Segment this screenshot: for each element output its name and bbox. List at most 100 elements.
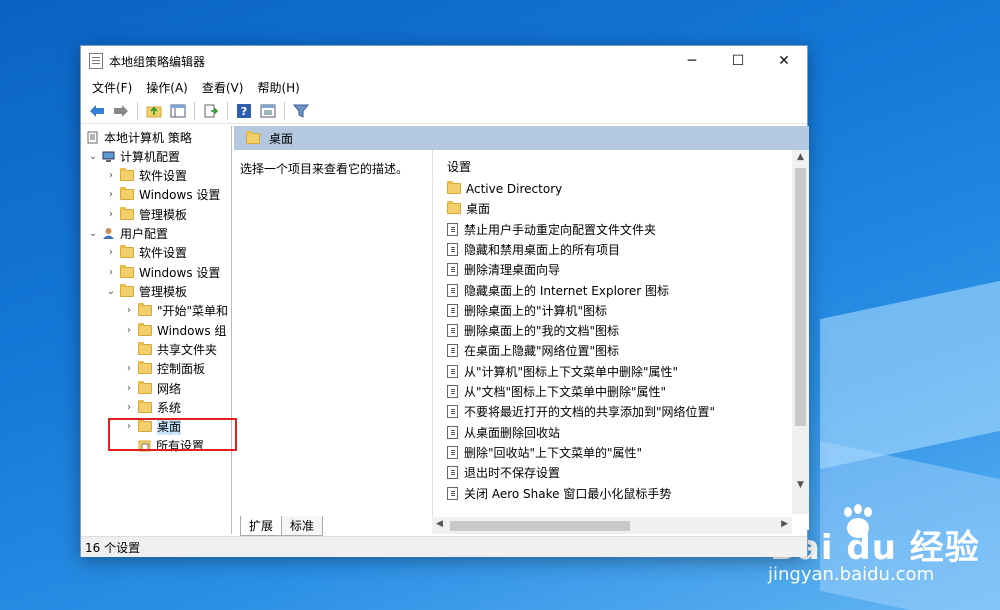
scroll-left-icon[interactable]: ◀ xyxy=(436,519,443,529)
tree-label: 计算机配置 xyxy=(120,150,181,164)
settings-row-label: 禁止用户手动重定向配置文件文件夹 xyxy=(464,222,657,237)
details-pane: 桌面 选择一个项目来查看它的描述。 设置 Active Directory 桌面禁… xyxy=(234,126,809,534)
settings-policy-row[interactable]: 禁止用户手动重定向配置文件文件夹 xyxy=(445,220,656,239)
folder-icon xyxy=(138,303,152,316)
tab-standard[interactable]: 标准 xyxy=(281,516,324,536)
chevron-right-icon[interactable]: › xyxy=(105,247,117,258)
status-text: 16 个设置 xyxy=(85,540,141,555)
settings-policy-row[interactable]: 删除桌面上的"我的文档"图标 xyxy=(445,321,619,340)
app-icon xyxy=(89,53,103,69)
tree-item-user-config[interactable]: ⌄ 用户配置 xyxy=(87,224,168,243)
tree-label: 控制面板 xyxy=(157,362,206,376)
chevron-right-icon[interactable]: › xyxy=(123,305,135,316)
settings-policy-row[interactable]: 从桌面删除回收站 xyxy=(445,423,560,442)
folder-icon xyxy=(120,245,134,258)
settings-policy-row[interactable]: 从"文档"图标上下文菜单中删除"属性" xyxy=(445,382,666,401)
tree-pane: 本地计算机 策略 ⌄ 计算机配置 › 软件设置 › Windows 设置 › 管… xyxy=(81,126,232,534)
show-hide-tree-icon[interactable] xyxy=(168,101,188,121)
menu-view[interactable]: 查看(V) xyxy=(195,79,251,96)
settings-policy-row[interactable]: 在桌面上隐藏"网络位置"图标 xyxy=(445,341,619,360)
forward-arrow-icon[interactable] xyxy=(111,101,131,121)
settings-policy-row[interactable]: 删除清理桌面向导 xyxy=(445,260,560,279)
policy-setting-icon xyxy=(447,263,458,277)
scroll-down-icon[interactable]: ▼ xyxy=(792,480,809,490)
settings-row-label: 桌面 xyxy=(466,202,491,217)
folder-icon xyxy=(138,361,152,374)
settings-row-label: 关闭 Aero Shake 窗口最小化鼠标手势 xyxy=(464,486,672,501)
tree-item-root[interactable]: 本地计算机 策略 xyxy=(83,128,192,147)
maximize-button[interactable]: ☐ xyxy=(715,46,761,76)
settings-policy-row[interactable]: 隐藏桌面上的 Internet Explorer 图标 xyxy=(445,281,669,300)
tree-item-user-windows[interactable]: › Windows 设置 xyxy=(105,263,220,282)
properties-icon[interactable] xyxy=(258,101,278,121)
export-list-icon[interactable] xyxy=(201,101,221,121)
tree-item-network[interactable]: › 网络 xyxy=(123,379,181,398)
chevron-right-icon[interactable]: › xyxy=(105,267,117,278)
scroll-right-icon[interactable]: ▶ xyxy=(781,519,788,529)
toolbar: ? xyxy=(81,98,807,124)
chevron-right-icon[interactable]: › xyxy=(105,189,117,200)
settings-policy-row[interactable]: 删除桌面上的"计算机"图标 xyxy=(445,301,607,320)
folder-icon xyxy=(120,284,134,297)
folder-icon xyxy=(120,187,134,200)
folder-icon xyxy=(138,342,152,355)
settings-vertical-scrollbar[interactable]: ▲ ▼ xyxy=(792,150,809,514)
close-button[interactable]: ✕ xyxy=(761,46,807,76)
minimize-button[interactable]: ─ xyxy=(669,46,715,76)
scroll-up-icon[interactable]: ▲ xyxy=(792,152,809,162)
chevron-right-icon[interactable]: › xyxy=(123,383,135,394)
filter-icon[interactable] xyxy=(291,101,311,121)
settings-policy-row[interactable]: 退出时不保存设置 xyxy=(445,463,560,482)
chevron-down-icon[interactable]: ⌄ xyxy=(87,228,99,239)
chevron-down-icon[interactable]: ⌄ xyxy=(87,151,99,162)
tree-item-start-menu[interactable]: › "开始"菜单和 xyxy=(123,301,228,320)
settings-policy-row[interactable]: 从"计算机"图标上下文菜单中删除"属性" xyxy=(445,362,678,381)
tree-item-shared-folders[interactable]: 共享文件夹 xyxy=(123,340,217,359)
policy-setting-icon xyxy=(447,242,458,256)
tree-label: 本地计算机 策略 xyxy=(104,131,192,145)
settings-folder-row[interactable]: Active Directory xyxy=(445,179,562,198)
chevron-down-icon[interactable]: ⌄ xyxy=(105,286,117,297)
menu-file[interactable]: 文件(F) xyxy=(85,79,139,96)
tab-extended[interactable]: 扩展 xyxy=(240,516,283,536)
policy-setting-icon xyxy=(447,303,458,317)
menu-action[interactable]: 操作(A) xyxy=(139,79,195,96)
tree-item-control-panel[interactable]: › 控制面板 xyxy=(123,359,205,378)
toolbar-separator xyxy=(284,101,285,120)
tree-item-windows-components[interactable]: › Windows 组 xyxy=(123,321,226,340)
settings-policy-row[interactable]: 不要将最近打开的文档的共享添加到"网络位置" xyxy=(445,402,715,421)
group-policy-editor-window: 本地组策略编辑器 ─ ☐ ✕ 文件(F) 操作(A) 查看(V) 帮助(H) ?… xyxy=(80,45,809,557)
chevron-right-icon[interactable]: › xyxy=(123,363,135,374)
tree-item-user-admin[interactable]: ⌄ 管理模板 xyxy=(105,282,187,301)
settings-policy-row[interactable]: 隐藏和禁用桌面上的所有项目 xyxy=(445,240,620,259)
tree-item-computer-admin[interactable]: › 管理模板 xyxy=(105,205,187,224)
tree-item-computer-config[interactable]: ⌄ 计算机配置 xyxy=(87,147,180,166)
chevron-right-icon[interactable]: › xyxy=(105,170,117,181)
scrollbar-thumb[interactable] xyxy=(450,521,630,531)
chevron-right-icon[interactable]: › xyxy=(123,325,135,336)
settings-policy-row[interactable]: 关闭 Aero Shake 窗口最小化鼠标手势 xyxy=(445,484,671,503)
settings-row-label: 隐藏桌面上的 Internet Explorer 图标 xyxy=(464,283,670,298)
tree-item-computer-windows[interactable]: › Windows 设置 xyxy=(105,185,220,204)
tree-item-computer-software[interactable]: › 软件设置 xyxy=(105,166,187,185)
column-header-setting[interactable]: 设置 xyxy=(447,158,471,175)
menu-help[interactable]: 帮助(H) xyxy=(250,79,306,96)
tree-label: 软件设置 xyxy=(139,169,188,183)
details-header: 桌面 xyxy=(234,126,809,150)
folder-icon xyxy=(138,381,152,394)
chevron-right-icon[interactable]: › xyxy=(123,402,135,413)
tree-item-system[interactable]: › 系统 xyxy=(123,398,181,417)
settings-policy-row[interactable]: 删除"回收站"上下文菜单的"属性" xyxy=(445,443,642,462)
back-arrow-icon[interactable] xyxy=(87,101,107,121)
settings-horizontal-scrollbar[interactable]: ◀ ▶ xyxy=(432,517,792,534)
user-icon xyxy=(103,228,114,239)
scrollbar-thumb[interactable] xyxy=(795,168,806,426)
chevron-right-icon[interactable]: › xyxy=(105,209,117,220)
folder-icon xyxy=(138,400,152,413)
settings-row-label: 退出时不保存设置 xyxy=(464,466,561,481)
watermark-url: jingyan.baidu.com xyxy=(768,564,935,585)
tree-item-user-software[interactable]: › 软件设置 xyxy=(105,243,187,262)
help-icon[interactable]: ? xyxy=(234,101,254,121)
settings-folder-row[interactable]: 桌面 xyxy=(445,199,490,218)
up-folder-icon[interactable] xyxy=(144,101,164,121)
